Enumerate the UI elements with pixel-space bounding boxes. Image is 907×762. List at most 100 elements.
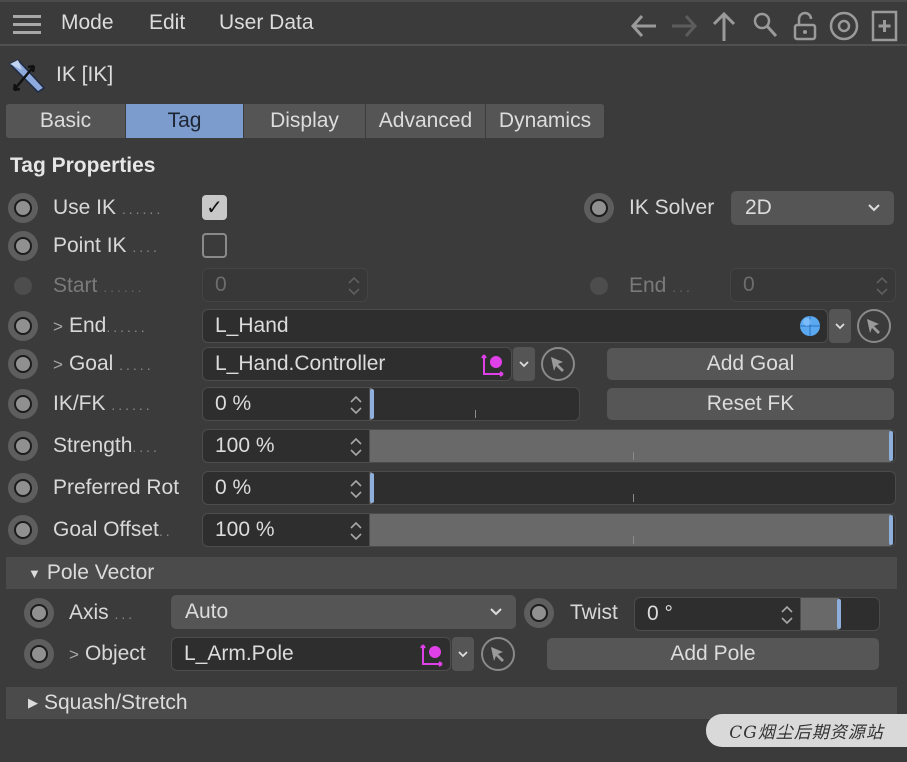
animate-dot[interactable] bbox=[8, 193, 38, 223]
chevron-down-icon bbox=[458, 651, 468, 658]
animate-dot[interactable] bbox=[8, 231, 38, 261]
menu-user-data[interactable]: User Data bbox=[219, 11, 314, 35]
object-title: IK [IK] bbox=[56, 63, 114, 86]
animate-dot[interactable] bbox=[584, 193, 614, 223]
squash-stretch-title: Squash/Stretch bbox=[44, 691, 188, 714]
pole-object-label: > Object bbox=[69, 642, 146, 665]
add-goal-button[interactable]: Add Goal bbox=[607, 348, 894, 380]
spinner-icon[interactable] bbox=[349, 435, 363, 459]
slider-handle[interactable] bbox=[370, 473, 374, 503]
null-object-icon bbox=[420, 644, 443, 667]
tab-display[interactable]: Display bbox=[244, 104, 366, 138]
slider-tick bbox=[475, 410, 476, 418]
end-dropdown-button[interactable] bbox=[829, 309, 851, 343]
animate-dot[interactable] bbox=[8, 349, 38, 379]
arrow-right-icon[interactable] bbox=[668, 10, 700, 42]
slider-handle[interactable] bbox=[370, 389, 374, 419]
axis-select[interactable]: Auto bbox=[171, 595, 516, 629]
spinner-icon bbox=[876, 276, 888, 296]
spinner-icon[interactable] bbox=[349, 393, 363, 417]
twist-slider[interactable] bbox=[801, 597, 880, 631]
search-icon[interactable] bbox=[750, 10, 782, 42]
goal-dropdown-button[interactable] bbox=[513, 347, 535, 381]
goal-link-field[interactable]: L_Hand.Controller bbox=[202, 347, 512, 381]
twist-field[interactable]: 0 ° bbox=[634, 597, 801, 631]
slider-tick bbox=[633, 494, 634, 502]
hamburger-menu-icon[interactable] bbox=[13, 15, 41, 35]
pole-object-link-field[interactable]: L_Arm.Pole bbox=[171, 637, 451, 671]
ik-fk-field[interactable]: 0 % bbox=[202, 387, 370, 421]
animate-dot[interactable] bbox=[24, 639, 54, 669]
checkmark-icon: ✓ bbox=[206, 197, 223, 219]
goal-pick-button[interactable] bbox=[541, 347, 575, 381]
tab-tag[interactable]: Tag bbox=[126, 104, 244, 138]
animate-dot[interactable] bbox=[8, 311, 38, 341]
ik-tag-icon bbox=[8, 59, 46, 93]
end-link-field[interactable]: L_Hand bbox=[202, 309, 828, 343]
strength-slider[interactable] bbox=[370, 429, 896, 463]
menu-bar: Mode Edit User Data bbox=[0, 0, 907, 46]
reset-fk-button[interactable]: Reset FK bbox=[607, 388, 894, 420]
point-ik-label: Point IK .... bbox=[53, 234, 160, 257]
chevron-down-icon bbox=[519, 361, 529, 368]
animate-dot[interactable] bbox=[8, 515, 38, 545]
new-panel-icon[interactable] bbox=[870, 10, 902, 42]
lock-open-icon[interactable] bbox=[789, 10, 821, 42]
slider-handle[interactable] bbox=[889, 515, 893, 545]
start-label: Start ...... bbox=[53, 274, 145, 297]
menu-mode[interactable]: Mode bbox=[61, 11, 114, 35]
animate-dot[interactable] bbox=[524, 598, 554, 628]
pole-vector-group-header[interactable]: ▼ Pole Vector bbox=[6, 557, 897, 589]
slider-handle[interactable] bbox=[837, 599, 841, 629]
animate-dot[interactable] bbox=[8, 389, 38, 419]
triangle-down-icon: ▼ bbox=[28, 565, 41, 581]
point-ik-checkbox[interactable] bbox=[202, 233, 227, 258]
arrow-left-icon[interactable] bbox=[628, 10, 660, 42]
goal-offset-slider[interactable] bbox=[370, 513, 896, 547]
twist-label: Twist bbox=[570, 601, 618, 624]
slider-fill bbox=[801, 598, 839, 630]
axis-label: Axis ... bbox=[69, 601, 136, 624]
expand-chevron-icon[interactable]: > bbox=[53, 355, 63, 374]
pole-dropdown-button[interactable] bbox=[452, 637, 474, 671]
ik-fk-label: IK/FK ...... bbox=[53, 392, 153, 415]
ik-solver-label: IK Solver bbox=[629, 196, 715, 219]
pole-vector-title: Pole Vector bbox=[46, 561, 155, 584]
animate-dot[interactable] bbox=[8, 473, 38, 503]
add-pole-button[interactable]: Add Pole bbox=[547, 638, 879, 670]
strength-field[interactable]: 100 % bbox=[202, 429, 370, 463]
animate-dot bbox=[8, 271, 38, 301]
menu-edit[interactable]: Edit bbox=[149, 11, 185, 35]
end-pick-button[interactable] bbox=[857, 309, 891, 343]
spinner-icon[interactable] bbox=[349, 519, 363, 543]
axis-value: Auto bbox=[185, 600, 229, 623]
end-index-label: End ... bbox=[629, 274, 693, 297]
preferred-rot-field[interactable]: 0 % bbox=[202, 471, 370, 505]
expand-chevron-icon[interactable]: > bbox=[53, 317, 63, 336]
animate-dot[interactable] bbox=[24, 598, 54, 628]
ik-fk-slider[interactable] bbox=[370, 387, 580, 421]
preferred-rot-label: Preferred Rot bbox=[53, 476, 180, 499]
spinner-icon[interactable] bbox=[349, 477, 363, 501]
preferred-rot-slider[interactable] bbox=[370, 471, 896, 505]
goal-offset-label: Goal Offset.. bbox=[53, 518, 173, 541]
slider-fill bbox=[370, 430, 891, 462]
target-icon[interactable] bbox=[828, 10, 860, 42]
watermark: CG烟尘后期资源站 bbox=[706, 714, 907, 747]
spinner-icon[interactable] bbox=[780, 603, 794, 627]
animate-dot[interactable] bbox=[8, 431, 38, 461]
tab-basic[interactable]: Basic bbox=[6, 104, 126, 138]
goal-offset-field[interactable]: 100 % bbox=[202, 513, 370, 547]
slider-handle[interactable] bbox=[889, 431, 893, 461]
ik-solver-select[interactable]: 2D bbox=[731, 191, 894, 225]
spinner-icon bbox=[348, 276, 360, 296]
start-field: 0 bbox=[202, 268, 368, 302]
arrow-up-icon[interactable] bbox=[708, 10, 740, 42]
pole-pick-button[interactable] bbox=[481, 637, 515, 671]
section-title: Tag Properties bbox=[10, 154, 156, 177]
tab-dynamics[interactable]: Dynamics bbox=[486, 104, 604, 138]
chevron-down-icon bbox=[868, 204, 880, 212]
tab-advanced[interactable]: Advanced bbox=[366, 104, 486, 138]
use-ik-checkbox[interactable]: ✓ bbox=[202, 195, 227, 220]
expand-chevron-icon[interactable]: > bbox=[69, 645, 79, 664]
